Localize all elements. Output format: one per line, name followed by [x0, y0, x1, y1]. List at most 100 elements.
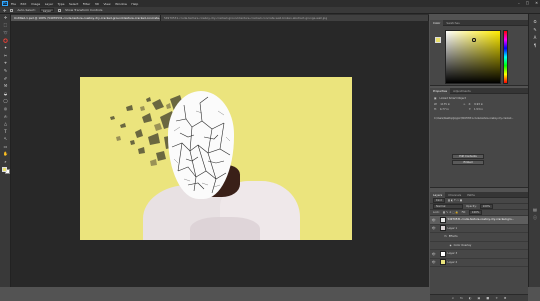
healing-brush-icon[interactable]: ✎ [0, 67, 11, 75]
move-tool-icon[interactable]: ✛ [0, 14, 11, 22]
blend-mode-dropdown[interactable]: Normal [433, 204, 463, 209]
menu-edit[interactable]: Edit [21, 2, 27, 6]
marquee-tool-icon[interactable]: ⬚ [0, 22, 11, 30]
character-panel-icon[interactable]: A [529, 34, 540, 42]
new-layer-icon[interactable]: ☀ [495, 296, 498, 300]
layer-name[interactable]: Layer 3 [448, 252, 458, 255]
tab-paths[interactable]: Paths [464, 192, 478, 198]
paragraph-panel-icon[interactable]: ¶ [529, 42, 540, 50]
close-icon[interactable]: ✕ [535, 1, 538, 5]
document-canvas[interactable] [80, 77, 352, 240]
layer-row[interactable]: 👁 Layer 3 [430, 250, 528, 259]
quick-select-tool-icon[interactable]: ⭕ [0, 37, 11, 45]
history-panel-icon[interactable]: ⏲ [529, 18, 540, 26]
eyedropper-tool-icon[interactable]: ⌖ [0, 60, 11, 68]
new-group-icon[interactable]: ■ [486, 296, 489, 300]
rectangle-tool-icon[interactable]: ▭ [0, 143, 11, 151]
layer-row[interactable]: 👁 Layer 2 [430, 259, 528, 267]
visibility-eye-icon[interactable]: 👁 [432, 226, 436, 230]
menu-window[interactable]: Window [115, 2, 127, 6]
color-panel: Color Swatches [430, 19, 528, 86]
delete-layer-icon[interactable]: ✖ [504, 296, 507, 300]
menu-type[interactable]: Type [58, 2, 65, 6]
type-tool-icon[interactable]: T [0, 128, 11, 136]
menu-filter[interactable]: Filter [83, 2, 90, 6]
auto-select-checkbox[interactable] [10, 8, 14, 12]
adjustment-layer-icon[interactable]: ◐ [469, 296, 472, 300]
layer-kind-filter[interactable]: Kind [433, 198, 445, 203]
auto-select-dropdown[interactable]: Layer [39, 7, 55, 13]
menu-image[interactable]: Image [31, 2, 40, 6]
hand-tool-icon[interactable]: ✋ [0, 151, 11, 159]
crop-tool-icon[interactable]: ✂ [0, 52, 11, 60]
tab-properties[interactable]: Properties [430, 87, 451, 94]
layer-thumbnail[interactable] [439, 225, 446, 232]
pen-tool-icon[interactable]: △ [0, 120, 11, 128]
layer-row[interactable]: fx Effects [430, 233, 528, 242]
menu-help[interactable]: Help [131, 2, 138, 6]
history-brush-icon[interactable]: ◒ [0, 90, 11, 98]
layer-style-icon[interactable]: fx [460, 296, 463, 300]
eraser-tool-icon[interactable]: ◯ [0, 98, 11, 106]
libraries-panel-icon[interactable]: ▤ [529, 206, 540, 214]
dodge-tool-icon[interactable]: ✍ [0, 113, 11, 121]
height-value[interactable]: 4.77 in [440, 108, 460, 111]
layer-name[interactable]: Color Overlay [454, 244, 472, 247]
layer-thumbnail[interactable] [439, 216, 446, 223]
lock-icons[interactable]: ▦ ✎ ✛ ⬚ 🔒 [443, 211, 459, 214]
layer-name[interactable]: Layer 1 [448, 227, 458, 230]
brush-tool-icon[interactable]: ✐ [0, 75, 11, 83]
x-value[interactable]: 9.93 in [474, 103, 483, 106]
opacity-input[interactable]: 100% [479, 204, 494, 209]
fill-input[interactable]: 100% [468, 210, 483, 215]
magic-wand-icon[interactable]: ✦ [0, 44, 11, 52]
edit-contents-button[interactable]: Edit Contents [452, 154, 484, 159]
move-tool-icon[interactable]: ✛ [3, 8, 6, 13]
layer-name[interactable]: Layer 2 [448, 261, 458, 264]
layer-thumbnail[interactable] [439, 259, 446, 266]
foreground-color-swatch[interactable] [2, 166, 7, 172]
add-mask-icon[interactable]: ▣ [478, 296, 481, 300]
clone-stamp-icon[interactable]: ⚒ [0, 82, 11, 90]
tab-swatches[interactable]: Swatches [443, 20, 462, 26]
layer-row[interactable]: ◉ Color Overlay [430, 242, 528, 250]
embed-button[interactable]: Embed [452, 160, 484, 165]
menu-file[interactable]: File [11, 2, 16, 6]
link-icon[interactable]: ∞ [463, 103, 465, 106]
menu-view[interactable]: View [103, 2, 110, 6]
color-picker-handle[interactable] [472, 38, 476, 42]
visibility-eye-icon[interactable]: 👁 [432, 218, 436, 222]
brush-panel-icon[interactable]: ✎ [529, 26, 540, 34]
info-panel-icon[interactable]: ⓘ [529, 214, 540, 222]
link-layers-icon[interactable]: ∞ [452, 296, 455, 300]
y-value[interactable]: 1.53 in [474, 108, 483, 111]
layer-name[interactable]: Effects [449, 235, 458, 238]
visibility-eye-icon[interactable]: 👁 [432, 252, 436, 256]
hue-slider[interactable] [503, 30, 508, 84]
filter-icons[interactable]: ▨ ◐ T ▭ ▣ [448, 199, 463, 202]
foreground-color-swatch[interactable] [435, 37, 441, 43]
maximize-icon[interactable]: □ [526, 1, 529, 5]
menu-layer[interactable]: Layer [45, 2, 53, 6]
layer-row[interactable]: 👁 54970531-crude-texture-cowboy-dry-crack… [430, 216, 528, 225]
tab-layers[interactable]: Layers [430, 191, 446, 198]
show-transform-checkbox[interactable] [58, 8, 62, 12]
tab-color[interactable]: Color [430, 19, 444, 26]
lasso-tool-icon[interactable]: ➰ [0, 29, 11, 37]
color-swatches[interactable] [0, 166, 11, 176]
menu-select[interactable]: Select [69, 2, 78, 6]
layer-thumbnail[interactable] [439, 250, 446, 257]
visibility-eye-icon[interactable] [432, 235, 436, 239]
layer-name[interactable]: 54970531-crude-texture-cowboy-dry-cracke… [448, 218, 514, 221]
zoom-tool-icon[interactable]: ⌕ [0, 158, 11, 166]
blur-tool-icon[interactable]: ◎ [0, 105, 11, 113]
layer-row[interactable]: 👁 Layer 1 [430, 225, 528, 233]
tab-adjustments[interactable]: Adjustments [450, 88, 474, 94]
visibility-eye-icon[interactable] [432, 244, 436, 248]
visibility-eye-icon[interactable]: 👁 [432, 260, 436, 264]
tab-channels[interactable]: Channels [445, 192, 464, 198]
minimize-icon[interactable]: – [518, 1, 520, 5]
width-value[interactable]: 1175 in [440, 103, 460, 106]
menu-3d[interactable]: 3D [95, 2, 99, 6]
path-select-icon[interactable]: ↖ [0, 136, 11, 144]
